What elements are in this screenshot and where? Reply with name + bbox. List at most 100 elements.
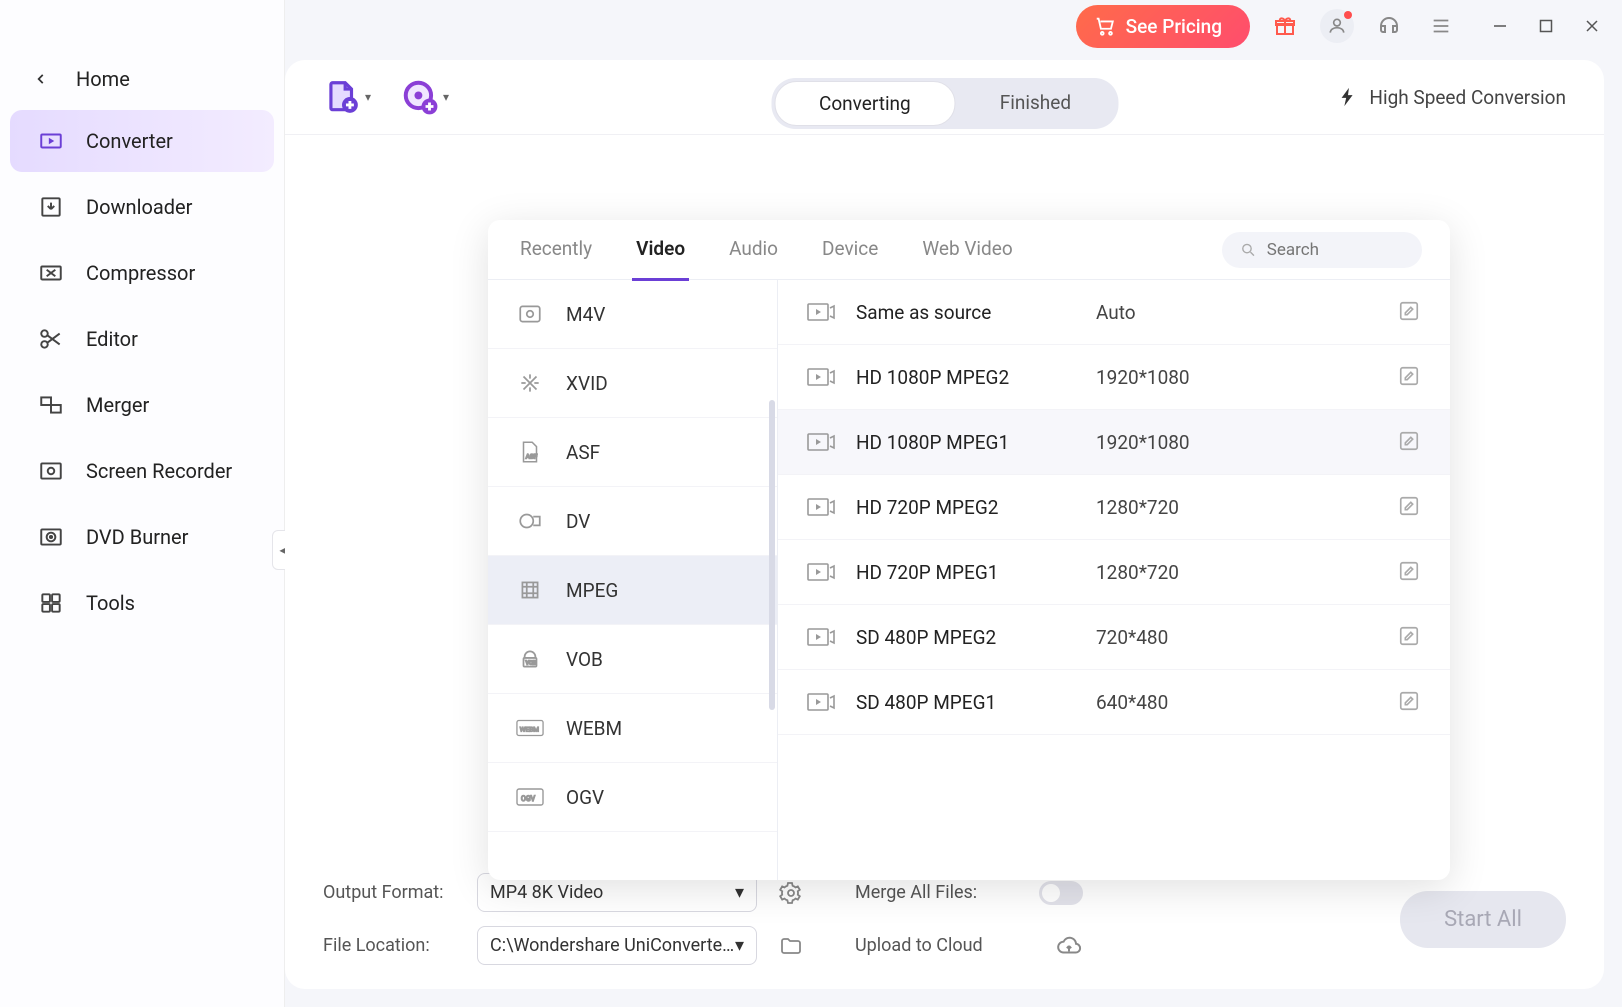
m4v-icon	[516, 300, 544, 328]
format-label: WEBM	[566, 717, 622, 740]
high-speed-button[interactable]: High Speed Conversion	[1337, 86, 1566, 109]
preset-name: HD 720P MPEG2	[856, 496, 1076, 519]
sidebar-item-converter[interactable]: Converter	[10, 110, 274, 172]
output-format-label: Output Format:	[323, 882, 463, 903]
video-play-icon	[806, 690, 836, 714]
sidebar-home[interactable]: Home	[0, 52, 284, 106]
preset-name: HD 1080P MPEG1	[856, 431, 1076, 454]
edit-icon[interactable]	[1398, 365, 1422, 389]
gift-icon[interactable]	[1268, 9, 1302, 43]
video-play-icon	[806, 560, 836, 584]
preset-row[interactable]: HD 720P MPEG1 1280*720	[778, 540, 1450, 605]
sidebar-item-label: Merger	[86, 393, 149, 417]
chevron-down-icon: ▾	[365, 90, 371, 104]
svg-text:ASF: ASF	[526, 453, 538, 461]
sidebar-item-editor[interactable]: Editor	[10, 308, 274, 370]
format-item-mpeg[interactable]: MPEG	[488, 556, 777, 625]
format-item-asf[interactable]: ASF ASF	[488, 418, 777, 487]
video-play-icon	[806, 430, 836, 454]
edit-icon[interactable]	[1398, 560, 1422, 584]
asf-icon: ASF	[516, 438, 544, 466]
edit-icon[interactable]	[1398, 300, 1422, 324]
support-icon[interactable]	[1372, 9, 1406, 43]
format-item-vob[interactable]: VOB VOB	[488, 625, 777, 694]
minimize-button[interactable]	[1490, 16, 1510, 36]
picker-tab-video[interactable]: Video	[632, 220, 689, 281]
format-label: ASF	[566, 441, 600, 464]
file-location-label: File Location:	[323, 935, 463, 956]
preset-row[interactable]: HD 720P MPEG2 1280*720	[778, 475, 1450, 540]
format-item-webm[interactable]: WEBM WEBM	[488, 694, 777, 763]
format-picker: Recently Video Audio Device Web Video M4…	[488, 220, 1450, 880]
ogv-icon: OGV	[516, 783, 544, 811]
cloud-upload-icon[interactable]	[1039, 933, 1099, 959]
format-label: OGV	[566, 786, 604, 809]
format-label: MPEG	[566, 579, 618, 602]
format-label: DV	[566, 510, 590, 533]
video-play-icon	[806, 365, 836, 389]
sidebar-item-merger[interactable]: Merger	[10, 374, 274, 436]
picker-tab-webvideo[interactable]: Web Video	[918, 220, 1016, 281]
preset-name: Same as source	[856, 301, 1076, 324]
settings-gear-icon[interactable]	[771, 881, 811, 905]
picker-tab-recently[interactable]: Recently	[516, 220, 596, 281]
video-play-icon	[806, 625, 836, 649]
preset-name: HD 720P MPEG1	[856, 561, 1076, 584]
file-location-select[interactable]: C:\Wondershare UniConverter 1 ▾	[477, 926, 757, 965]
vob-icon: VOB	[516, 645, 544, 673]
preset-row[interactable]: SD 480P MPEG1 640*480	[778, 670, 1450, 735]
format-item-dv[interactable]: DV	[488, 487, 777, 556]
sidebar-item-tools[interactable]: Tools	[10, 572, 274, 634]
tab-converting[interactable]: Converting	[774, 81, 956, 126]
open-folder-icon[interactable]	[771, 934, 811, 958]
picker-tab-audio[interactable]: Audio	[725, 220, 782, 281]
add-disc-button[interactable]: ▾	[401, 78, 449, 116]
close-button[interactable]	[1582, 16, 1602, 36]
edit-icon[interactable]	[1398, 495, 1422, 519]
maximize-button[interactable]	[1536, 16, 1556, 36]
format-list[interactable]: M4V XVID ASF ASF DV MPEG VOB VOB	[488, 280, 778, 880]
picker-tab-device[interactable]: Device	[818, 220, 882, 281]
output-format-value: MP4 8K Video	[490, 882, 603, 903]
merge-toggle[interactable]	[1039, 881, 1083, 905]
edit-icon[interactable]	[1398, 690, 1422, 714]
sidebar-item-compressor[interactable]: Compressor	[10, 242, 274, 304]
see-pricing-label: See Pricing	[1126, 15, 1222, 38]
edit-icon[interactable]	[1398, 430, 1422, 454]
add-file-button[interactable]: ▾	[323, 78, 371, 116]
lightning-icon	[1337, 86, 1359, 108]
see-pricing-button[interactable]: See Pricing	[1076, 5, 1250, 48]
start-all-button[interactable]: Start All	[1400, 891, 1566, 948]
file-location-value: C:\Wondershare UniConverter 1	[490, 935, 735, 956]
preset-row[interactable]: SD 480P MPEG2 720*480	[778, 605, 1450, 670]
toolbar: ▾ ▾ Converting Finished High Speed Conve…	[285, 60, 1604, 135]
sidebar-item-screen-recorder[interactable]: Screen Recorder	[10, 440, 274, 502]
sidebar-item-label: Screen Recorder	[86, 459, 232, 483]
format-item-xvid[interactable]: XVID	[488, 349, 777, 418]
preset-row[interactable]: HD 1080P MPEG2 1920*1080	[778, 345, 1450, 410]
sidebar-item-label: Editor	[86, 327, 138, 351]
scrollbar-thumb[interactable]	[769, 400, 775, 710]
converter-icon	[38, 128, 64, 154]
preset-row[interactable]: HD 1080P MPEG1 1920*1080	[778, 410, 1450, 475]
edit-icon[interactable]	[1398, 625, 1422, 649]
format-item-m4v[interactable]: M4V	[488, 280, 777, 349]
preset-row[interactable]: Same as source Auto	[778, 280, 1450, 345]
svg-text:OGV: OGV	[521, 795, 536, 803]
sidebar-item-dvd-burner[interactable]: DVD Burner	[10, 506, 274, 568]
notification-dot	[1344, 11, 1352, 19]
preset-list[interactable]: Same as source Auto HD 1080P MPEG2 1920*…	[778, 280, 1450, 880]
format-item-ogv[interactable]: OGV OGV	[488, 763, 777, 832]
preset-name: SD 480P MPEG1	[856, 691, 1076, 714]
tab-finished[interactable]: Finished	[956, 81, 1115, 126]
user-icon[interactable]	[1320, 9, 1354, 43]
svg-text:VOB: VOB	[526, 660, 537, 666]
picker-search[interactable]	[1222, 232, 1422, 268]
menu-icon[interactable]	[1424, 9, 1458, 43]
search-input[interactable]	[1267, 240, 1404, 260]
chevron-down-icon: ▾	[735, 882, 744, 903]
preset-res: 640*480	[1096, 691, 1378, 714]
preset-res: 1920*1080	[1096, 366, 1378, 389]
window-controls	[1490, 16, 1602, 36]
sidebar-item-downloader[interactable]: Downloader	[10, 176, 274, 238]
